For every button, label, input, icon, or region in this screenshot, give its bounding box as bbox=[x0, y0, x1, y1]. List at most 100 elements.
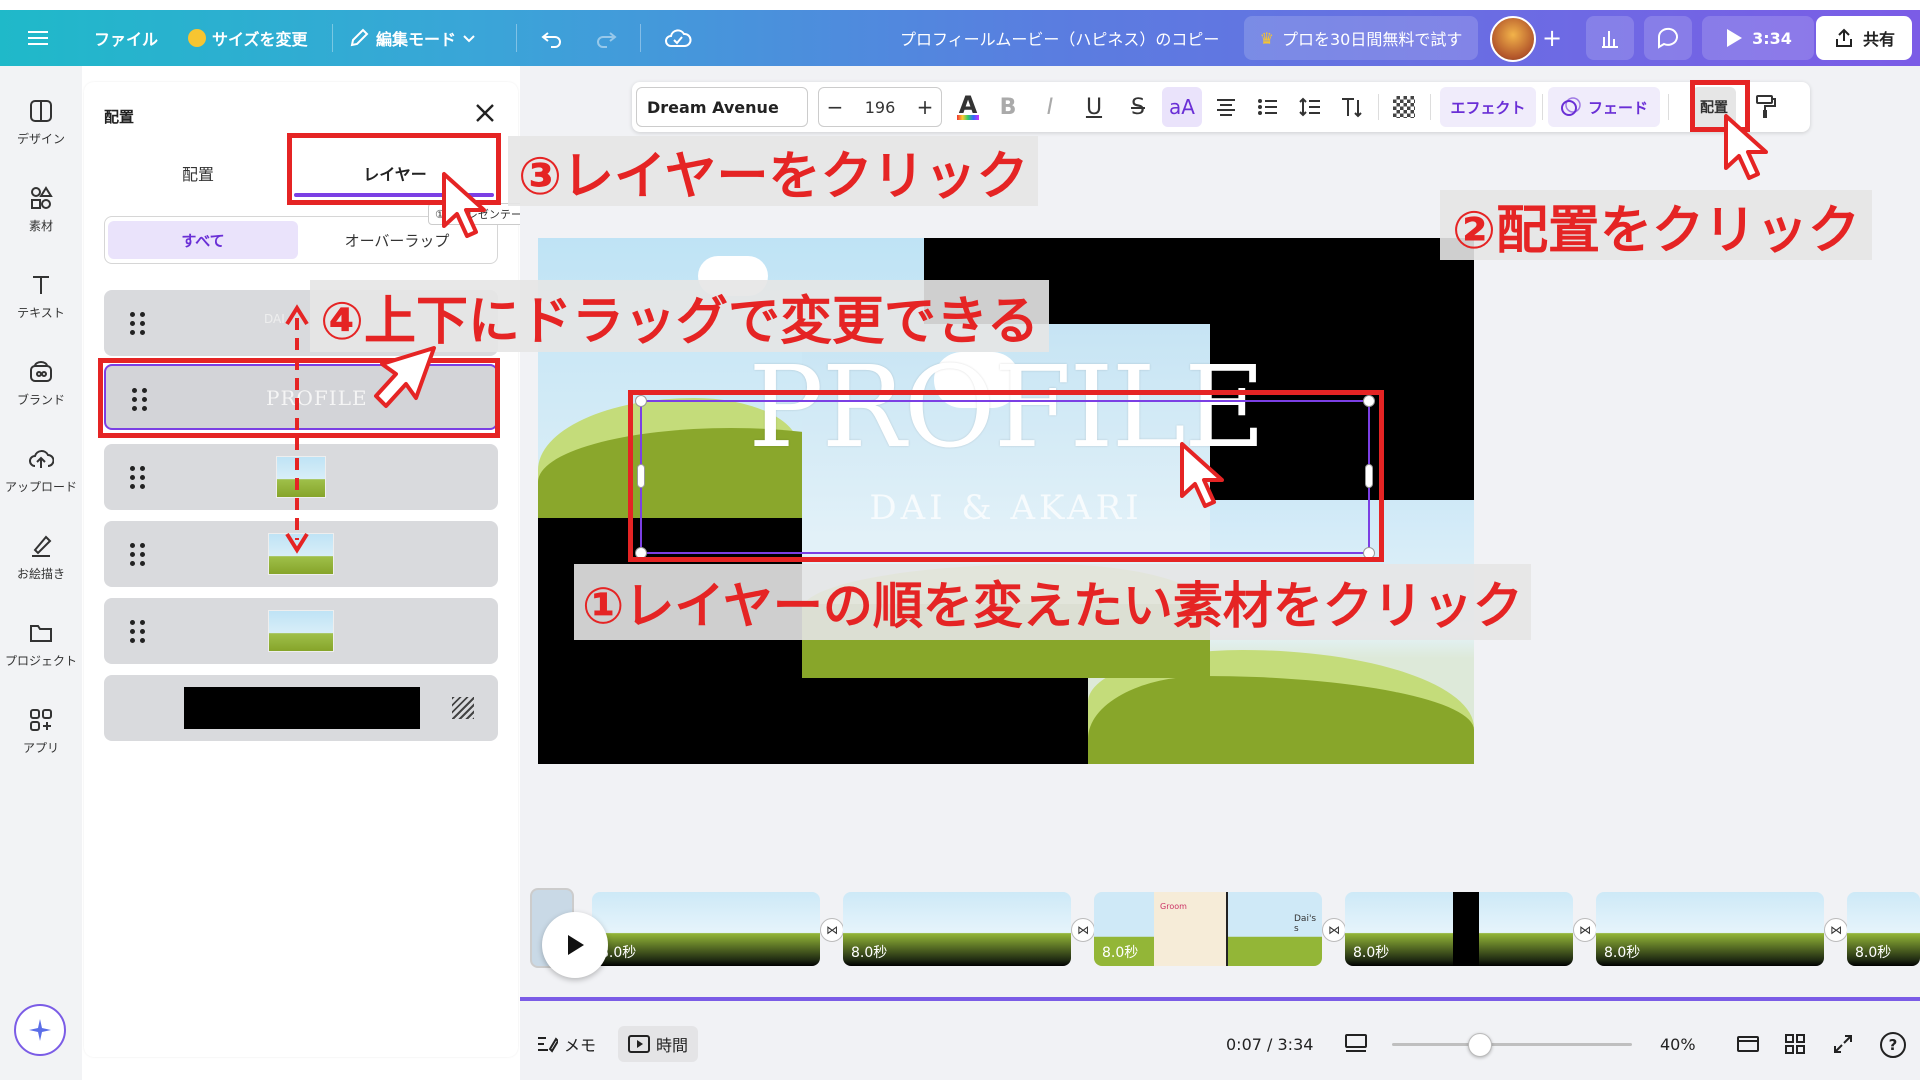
notes-icon bbox=[538, 1037, 558, 1053]
strikethrough-icon[interactable]: S bbox=[1120, 82, 1156, 132]
edit-mode-label: 編集モード bbox=[376, 30, 457, 49]
divider bbox=[332, 24, 333, 52]
layer-row-background[interactable] bbox=[104, 675, 498, 741]
rail-item-apps[interactable]: アプリ bbox=[0, 707, 82, 777]
rail-item-elements[interactable]: 素材 bbox=[0, 185, 82, 255]
annotation-step1: ①レイヤーの順を変えたい素材をクリック bbox=[574, 564, 1531, 640]
rail-item-draw[interactable]: お絵描き bbox=[0, 533, 82, 603]
timeline-thumb-6[interactable]: 8.0秒 bbox=[1847, 892, 1920, 966]
cloud-saved-icon[interactable] bbox=[664, 10, 692, 66]
transition-icon[interactable]: ⋈ bbox=[1071, 918, 1095, 942]
annotation-step3: ③レイヤーをクリック bbox=[508, 136, 1039, 207]
rail-label: プロジェクト bbox=[4, 654, 77, 668]
grid-view-icon[interactable] bbox=[1784, 1026, 1806, 1062]
insights-button[interactable] bbox=[1586, 16, 1634, 60]
transition-icon[interactable]: ⋈ bbox=[1322, 918, 1346, 942]
sparkle-icon bbox=[29, 1019, 51, 1041]
pages-icon[interactable] bbox=[1736, 1026, 1760, 1062]
timeline-progress-bar[interactable] bbox=[520, 997, 1920, 1001]
lock-pattern-icon[interactable] bbox=[452, 697, 474, 719]
thumb-text: Dai's s bbox=[1294, 914, 1317, 934]
effects-button[interactable]: エフェクト bbox=[1440, 87, 1536, 127]
rail-item-brand[interactable]: ブランド bbox=[0, 359, 82, 429]
font-size-input[interactable]: 196 bbox=[852, 82, 908, 132]
layer-row-image-3[interactable] bbox=[104, 598, 498, 664]
crown-icon: ♛ bbox=[1259, 28, 1274, 48]
text-color-button[interactable]: A bbox=[950, 82, 986, 132]
rail-item-projects[interactable]: プロジェクト bbox=[0, 620, 82, 690]
rail-label: お絵描き bbox=[16, 567, 65, 581]
document-title-text: プロフィールムービー（ハピネス）のコピー bbox=[900, 30, 1220, 49]
tab-arrange[interactable]: 配置 bbox=[104, 148, 292, 198]
zoom-slider[interactable] bbox=[1392, 1043, 1632, 1046]
tab-arrange-label: 配置 bbox=[181, 165, 214, 184]
close-icon[interactable] bbox=[472, 100, 498, 126]
rail-item-upload[interactable]: アップロード bbox=[0, 446, 82, 516]
undo-icon[interactable] bbox=[540, 10, 564, 66]
document-title[interactable]: プロフィールムービー（ハピネス）のコピー bbox=[900, 10, 1219, 66]
divider bbox=[1668, 94, 1669, 120]
timeline-thumb-2[interactable]: 8.0秒 bbox=[843, 892, 1071, 966]
timeline-thumb-4[interactable]: 8.0秒 bbox=[1345, 892, 1573, 966]
bar-chart-icon bbox=[1602, 31, 1618, 48]
filter-overlap-label: オーバーラップ bbox=[344, 231, 450, 250]
redo-icon[interactable] bbox=[594, 10, 618, 66]
fade-icon bbox=[1560, 97, 1581, 116]
fade-button[interactable]: フェード bbox=[1548, 87, 1660, 127]
resize-label: サイズを変更 bbox=[212, 30, 308, 49]
play-time: 3:34 bbox=[1752, 28, 1792, 48]
play-button[interactable]: 3:34 bbox=[1702, 16, 1814, 60]
comment-icon bbox=[1657, 27, 1678, 49]
timeline-play-button[interactable] bbox=[542, 912, 608, 978]
italic-icon[interactable]: I bbox=[1032, 82, 1068, 132]
notes-button[interactable]: メモ bbox=[536, 1026, 596, 1062]
resize-button[interactable]: サイズを変更 bbox=[188, 10, 308, 66]
vertical-text-icon[interactable] bbox=[1334, 82, 1370, 132]
highlight-box-selected-text bbox=[628, 390, 1384, 562]
decrease-size-button[interactable]: − bbox=[818, 82, 852, 132]
timeline-thumb-5[interactable]: 8.0秒 bbox=[1596, 892, 1824, 966]
font-select[interactable]: Dream Avenue bbox=[636, 87, 808, 127]
add-collaborator-icon[interactable]: + bbox=[1542, 10, 1562, 66]
transition-icon[interactable]: ⋈ bbox=[820, 918, 844, 942]
zoom-level[interactable]: 40% bbox=[1660, 1026, 1696, 1062]
zoom-slider-thumb[interactable] bbox=[1468, 1033, 1492, 1057]
drag-handle-icon[interactable] bbox=[130, 620, 145, 644]
bold-icon[interactable]: B bbox=[990, 82, 1026, 132]
timecode-text: 0:07 / 3:34 bbox=[1226, 1034, 1314, 1054]
fullscreen-icon[interactable] bbox=[1832, 1026, 1854, 1062]
rail-label: テキスト bbox=[17, 306, 65, 320]
drag-handle-icon[interactable] bbox=[130, 312, 145, 336]
chevron-down-icon bbox=[463, 35, 475, 43]
rail-item-design[interactable]: デザイン bbox=[0, 98, 82, 168]
avatar[interactable] bbox=[1490, 16, 1536, 62]
align-center-icon[interactable] bbox=[1208, 82, 1244, 132]
spacing-icon[interactable] bbox=[1292, 82, 1328, 132]
share-button[interactable]: 共有 bbox=[1816, 16, 1912, 60]
list-icon[interactable] bbox=[1250, 82, 1286, 132]
rail-item-text[interactable]: テキスト bbox=[0, 272, 82, 342]
page-view-icon[interactable] bbox=[1344, 1026, 1368, 1062]
magic-assistant-button[interactable] bbox=[14, 1004, 66, 1056]
drag-handle-icon[interactable] bbox=[130, 466, 145, 490]
filter-all-button[interactable]: すべて bbox=[108, 221, 298, 259]
transition-icon[interactable]: ⋈ bbox=[1573, 918, 1597, 942]
try-pro-button[interactable]: ♛ プロを30日間無料で試す bbox=[1244, 16, 1478, 60]
transition-icon[interactable]: ⋈ bbox=[1824, 918, 1848, 942]
transparency-icon[interactable] bbox=[1384, 82, 1424, 132]
increase-size-button[interactable]: + bbox=[908, 82, 942, 132]
comment-button[interactable] bbox=[1644, 16, 1692, 60]
thumb-text: Groom bbox=[1160, 902, 1187, 911]
drag-handle-icon[interactable] bbox=[130, 543, 145, 567]
underline-icon[interactable]: U bbox=[1076, 82, 1112, 132]
menu-icon[interactable] bbox=[28, 10, 48, 66]
timeline-thumb-1[interactable]: 8.0秒 bbox=[592, 892, 820, 966]
timing-button[interactable]: 時間 bbox=[618, 1026, 699, 1062]
edit-mode-button[interactable]: 編集モード bbox=[348, 10, 476, 66]
help-button[interactable]: ? bbox=[1880, 1032, 1906, 1058]
file-menu[interactable]: ファイル bbox=[94, 10, 158, 66]
thumb-duration: 8.0秒 bbox=[1855, 945, 1892, 961]
timeline-thumb-3[interactable]: Groom Dai's s 8.0秒 bbox=[1094, 892, 1322, 966]
divider bbox=[640, 24, 641, 52]
case-toggle-icon[interactable]: aA bbox=[1162, 87, 1202, 127]
